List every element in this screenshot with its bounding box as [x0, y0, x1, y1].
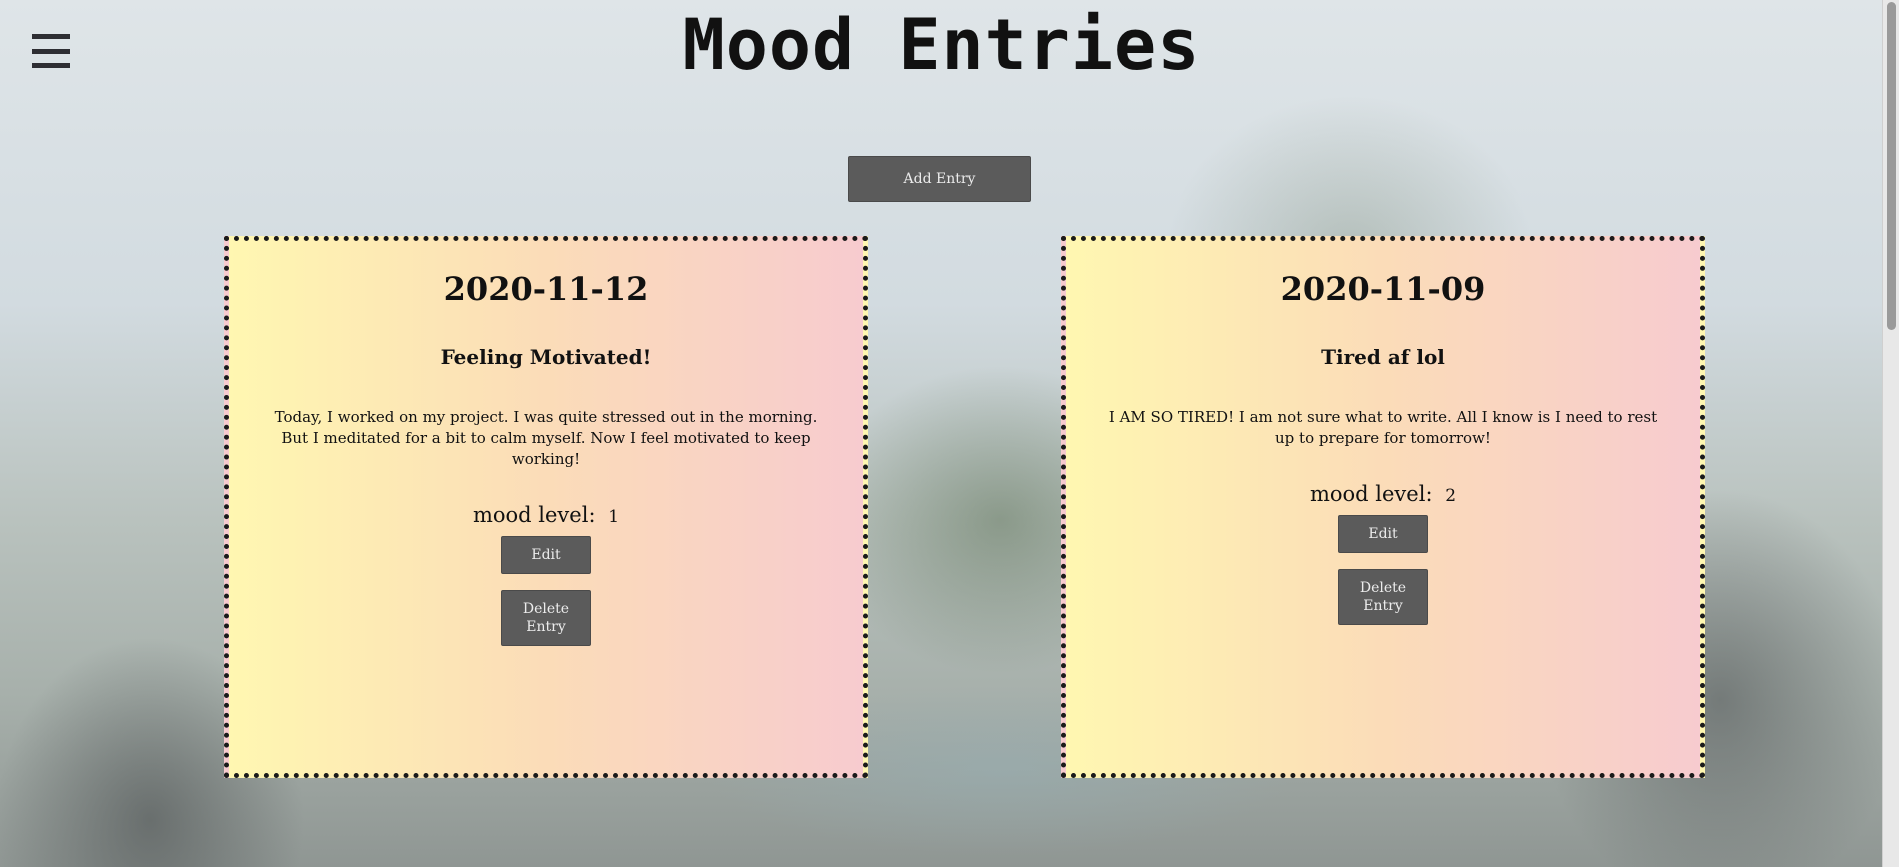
entry-body: I AM SO TIRED! I am not sure what to wri…: [1108, 408, 1658, 447]
entry-card: 2020-11-09 Tired af lol I AM SO TIRED! I…: [1061, 236, 1705, 778]
delete-entry-button[interactable]: Delete Entry: [1338, 569, 1428, 625]
mood-level-label: mood level:: [472, 503, 596, 527]
entry-date: 2020-11-09: [1280, 270, 1486, 308]
mood-level: mood level: 1: [229, 503, 863, 527]
edit-button[interactable]: Edit: [1338, 515, 1428, 553]
scrollbar-thumb[interactable]: [1887, 2, 1896, 330]
delete-entry-button[interactable]: Delete Entry: [501, 590, 591, 646]
entry-body: Today, I worked on my project. I was qui…: [274, 408, 818, 468]
entry-title: Tired af lol: [1321, 345, 1445, 369]
entry-card: 2020-11-12 Feeling Motivated! Today, I w…: [224, 236, 868, 778]
mood-level-label: mood level:: [1309, 482, 1433, 506]
mood-level: mood level: 2: [1066, 482, 1700, 506]
add-entry-button[interactable]: Add Entry: [848, 156, 1031, 202]
edit-button[interactable]: Edit: [501, 536, 591, 574]
entry-date: 2020-11-12: [443, 270, 649, 308]
mood-level-value: 1: [608, 507, 620, 527]
page-scrollbar[interactable]: [1882, 0, 1899, 867]
page-title: Mood Entries: [682, 4, 1201, 86]
entry-title: Feeling Motivated!: [440, 345, 652, 369]
mood-level-value: 2: [1445, 486, 1457, 506]
